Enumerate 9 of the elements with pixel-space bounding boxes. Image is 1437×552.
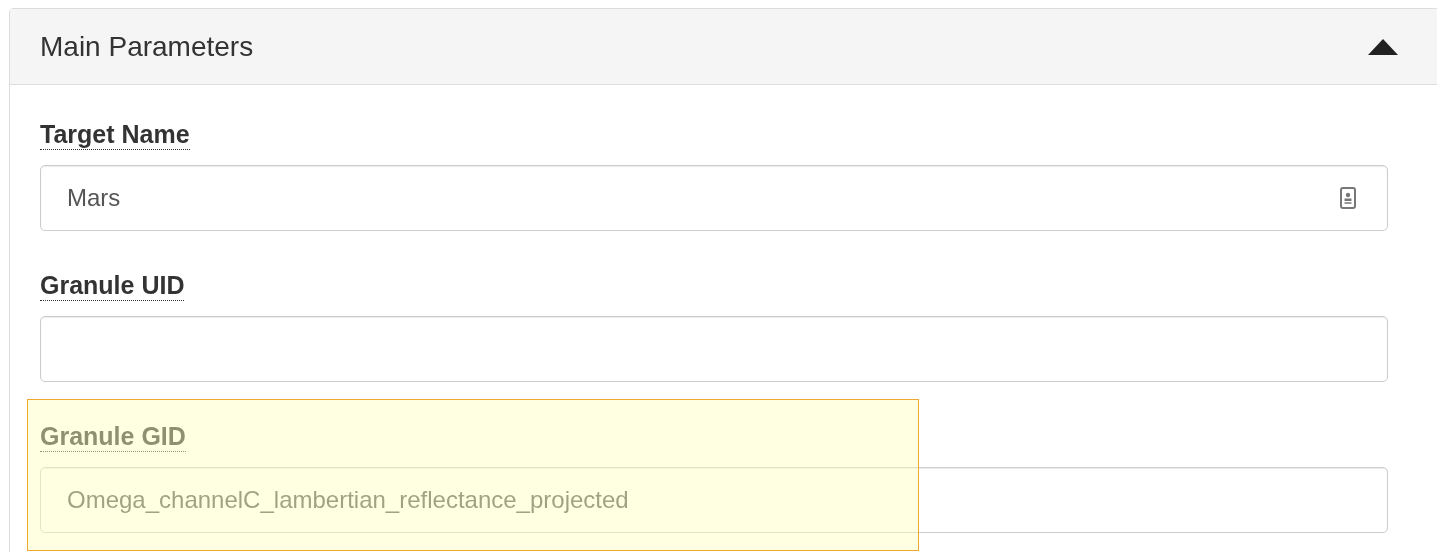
input-field[interactable]: [40, 316, 1388, 382]
field-label: Target Name: [40, 119, 190, 150]
field-label: Granule UID: [40, 270, 185, 301]
contact-card-icon[interactable]: [1340, 187, 1356, 209]
panel-title: Main Parameters: [40, 30, 254, 63]
caret-icon[interactable]: [1368, 38, 1398, 55]
field-label: Granule GID: [40, 421, 186, 452]
input-field[interactable]: Mars: [40, 165, 1388, 231]
panel-header[interactable]: Main Parameters: [10, 9, 1437, 85]
